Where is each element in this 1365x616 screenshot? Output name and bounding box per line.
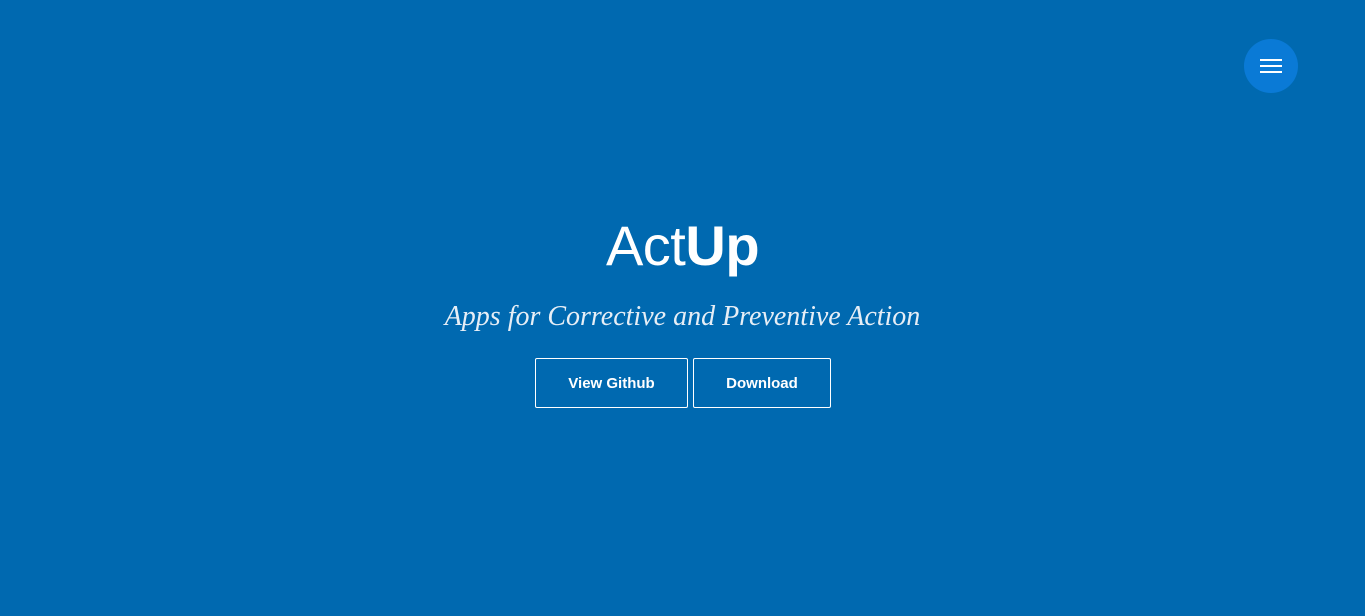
hero-actions: View Github Download bbox=[535, 358, 831, 408]
tagline: Apps for Corrective and Preventive Actio… bbox=[0, 299, 1365, 335]
brand-title-bold: Up bbox=[685, 214, 760, 277]
hero-section: ActUp Apps for Corrective and Preventive… bbox=[0, 0, 1365, 616]
download-button[interactable]: Download bbox=[693, 358, 831, 408]
tagline-text: Apps for Corrective and Preventive Actio… bbox=[444, 301, 921, 332]
view-github-button[interactable]: View Github bbox=[535, 358, 688, 408]
brand-title: ActUp bbox=[0, 214, 1365, 278]
brand-title-light: Act bbox=[605, 214, 686, 277]
